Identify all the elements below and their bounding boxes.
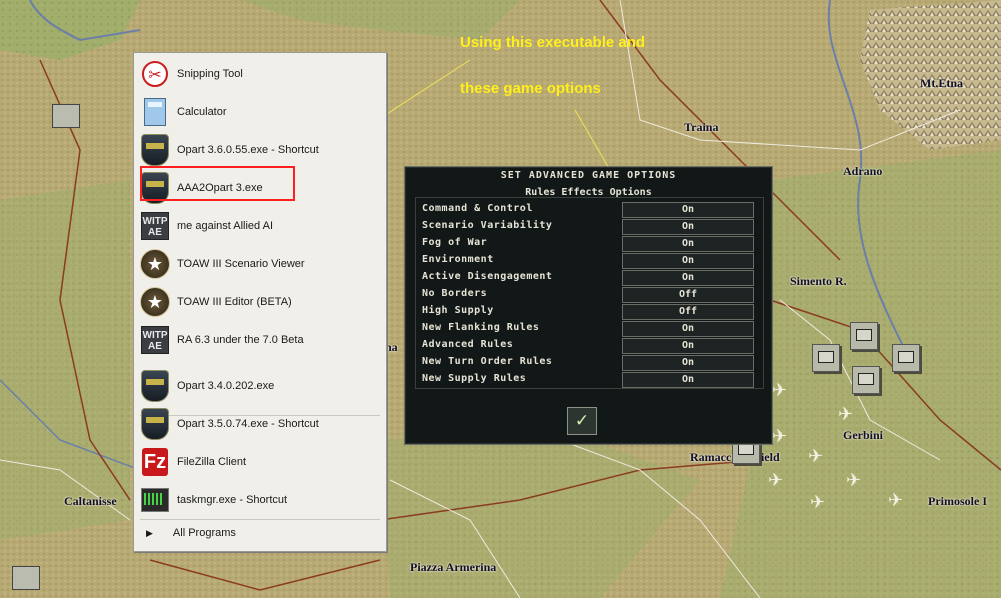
menu-item-filezilla[interactable]: Fz FileZilla Client (140, 445, 378, 479)
place-primosole: Primosole I (928, 494, 987, 508)
airfield-icon: ✈ (808, 446, 824, 466)
all-programs[interactable]: ▶ All Programs (146, 527, 236, 539)
option-toggle[interactable]: On (622, 253, 754, 269)
triangle-right-icon: ▶ (146, 527, 153, 538)
filezilla-icon: Fz (140, 447, 170, 477)
place-piazza-armerina: Piazza Armerina (410, 560, 497, 574)
airfield-icon: ✈ (888, 490, 904, 510)
unit-symbol-icon (856, 329, 872, 341)
option-toggle[interactable]: Off (622, 304, 754, 320)
option-toggle[interactable]: On (622, 236, 754, 252)
option-row-environment: Environment On (422, 253, 762, 269)
operational-art-icon (140, 408, 170, 440)
unit-counter[interactable] (892, 344, 920, 372)
dialog-title: SET ADVANCED GAME OPTIONS (500, 170, 677, 181)
ok-button[interactable]: ✓ (567, 407, 597, 435)
menu-item-opart-3-5[interactable]: Opart 3.5.0.74.exe - Shortcut (140, 407, 378, 441)
option-toggle[interactable]: On (622, 202, 754, 218)
airfield-icon: ✈ (846, 470, 862, 490)
option-row-active-disengagement: Active Disengagement On (422, 270, 762, 286)
option-row-no-borders: No Borders Off (422, 287, 762, 303)
operational-art-icon (140, 134, 170, 166)
task-manager-icon (140, 485, 170, 515)
menu-item-opart-3-4[interactable]: Opart 3.4.0.202.exe (140, 369, 378, 403)
unit-counter[interactable] (812, 344, 840, 372)
airfield-icon: ✈ (772, 380, 788, 400)
highlight-box (140, 166, 295, 201)
toaw-star-icon: ★ (140, 287, 170, 317)
option-toggle[interactable]: On (622, 270, 754, 286)
airfield-icon: ✈ (772, 426, 788, 446)
place-mt-etna: Mt.Etna (920, 76, 963, 90)
airfield-icon: ✈ (810, 492, 826, 512)
unit-symbol-icon (818, 351, 834, 363)
operational-art-icon (140, 370, 170, 402)
checkmark-icon: ✓ (574, 411, 590, 430)
witp-ae-icon: WITP AE (140, 211, 170, 241)
option-row-high-supply: High Supply Off (422, 304, 762, 320)
place-simento: Simento R. (790, 274, 847, 288)
unit-counter[interactable] (852, 366, 880, 394)
place-caltanissetta: Caltanisse (64, 494, 117, 508)
option-toggle[interactable]: On (622, 372, 754, 388)
place-traina: Traina (684, 120, 719, 134)
option-row-command-control: Command & Control On (422, 202, 762, 218)
menu-separator (140, 519, 380, 520)
start-menu: ✂ Snipping Tool Calculator Opart 3.6.0.5… (133, 52, 387, 552)
calculator-icon (140, 97, 170, 127)
option-toggle[interactable]: On (622, 355, 754, 371)
menu-item-toaw-scenario-viewer[interactable]: ★ TOAW III Scenario Viewer (140, 247, 378, 281)
witp-ae-icon: WITP AE (140, 325, 170, 355)
menu-item-me-against-allied-ai[interactable]: WITP AE me against Allied AI (140, 209, 378, 243)
advanced-game-options-dialog: SET ADVANCED GAME OPTIONS Rules Effects … (404, 166, 773, 445)
option-row-advanced-rules: Advanced Rules On (422, 338, 762, 354)
toaw-star-icon: ★ (140, 249, 170, 279)
unit-counter[interactable] (850, 322, 878, 350)
options-panel: Command & Control On Scenario Variabilit… (415, 197, 764, 389)
option-toggle[interactable]: On (622, 338, 754, 354)
unit-counter[interactable] (52, 104, 80, 128)
snipping-tool-icon: ✂ (140, 59, 170, 89)
airfield-icon: ✈ (768, 470, 784, 490)
airfield-icon: ✈ (838, 404, 854, 424)
menu-item-opart-3-6[interactable]: Opart 3.6.0.55.exe - Shortcut (140, 133, 378, 167)
menu-item-toaw-editor[interactable]: ★ TOAW III Editor (BETA) (140, 285, 378, 319)
option-row-new-supply-rules: New Supply Rules On (422, 372, 762, 388)
menu-item-taskmgr[interactable]: taskmgr.exe - Shortcut (140, 483, 378, 517)
option-toggle[interactable]: On (622, 321, 754, 337)
option-row-new-flanking-rules: New Flanking Rules On (422, 321, 762, 337)
menu-item-calculator[interactable]: Calculator (140, 95, 378, 129)
annotation-line-2: these game options (460, 80, 601, 97)
option-row-fog-of-war: Fog of War On (422, 236, 762, 252)
annotation-line-1: Using this executable and (460, 34, 646, 51)
menu-item-ra-6-3[interactable]: WITP AE RA 6.3 under the 7.0 Beta (140, 323, 378, 357)
option-toggle[interactable]: Off (622, 287, 754, 303)
option-row-new-turn-order-rules: New Turn Order Rules On (422, 355, 762, 371)
unit-counter[interactable] (12, 566, 40, 590)
unit-symbol-icon (858, 373, 874, 385)
option-row-scenario-variability: Scenario Variability On (422, 219, 762, 235)
menu-item-snipping-tool[interactable]: ✂ Snipping Tool (140, 57, 378, 91)
option-toggle[interactable]: On (622, 219, 754, 235)
place-adrano: Adrano (843, 164, 883, 178)
place-gerbini: Gerbini (843, 428, 884, 442)
unit-symbol-icon (898, 351, 914, 363)
